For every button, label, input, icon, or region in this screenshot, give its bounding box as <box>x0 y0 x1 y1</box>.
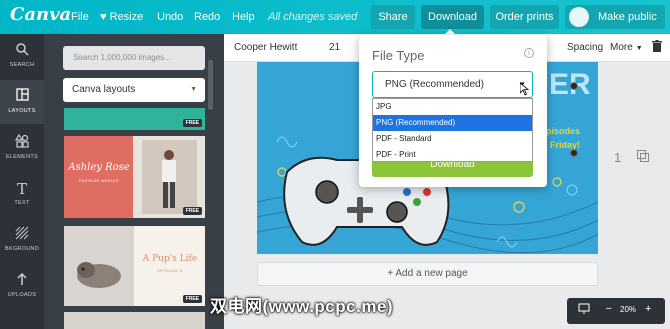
option-png[interactable]: PNG (Recommended) <box>373 115 532 131</box>
resize-handle[interactable] <box>570 82 578 90</box>
trash-icon[interactable] <box>652 40 662 55</box>
top-bar: Canva File ♥ Resize Undo Redo Help All c… <box>0 0 670 34</box>
layouts-dropdown[interactable]: Canva layouts ▼ <box>63 78 205 102</box>
file-type-options: JPG PNG (Recommended) PDF - Standard PDF… <box>372 98 533 162</box>
thumb-subtitle: EPISODE 6 <box>157 268 183 273</box>
undo-button[interactable]: Undo <box>157 11 183 23</box>
option-jpg[interactable]: JPG <box>373 99 532 115</box>
order-prints-button[interactable]: Order prints <box>490 5 559 29</box>
resize-handle[interactable] <box>570 149 578 157</box>
layout-thumb-1[interactable]: FREE <box>64 108 205 130</box>
info-icon[interactable]: i <box>524 48 534 58</box>
zoom-in-button[interactable]: + <box>645 303 651 315</box>
zoom-out-button[interactable]: – <box>606 303 612 314</box>
font-size-select[interactable]: 21 <box>329 42 340 53</box>
share-button[interactable]: Share <box>371 5 415 29</box>
thumb-title: Ashley Rose <box>68 162 130 173</box>
text-icon: T <box>16 180 27 198</box>
free-badge: FREE <box>182 295 202 303</box>
rail-uploads[interactable]: UPLOADS <box>0 264 44 308</box>
layouts-icon <box>0 88 44 104</box>
layout-thumb-4[interactable] <box>64 312 205 329</box>
caret-down-icon: ▼ <box>635 45 643 52</box>
free-badge: FREE <box>182 119 202 127</box>
watermark-text: 双电网(www.pcpc.me) <box>210 297 394 316</box>
spacing-button[interactable]: Spacing <box>567 42 603 53</box>
layout-thumb-pups-life[interactable]: A Pup's Life EPISODE 6 FREE <box>64 226 205 306</box>
uploads-icon <box>0 272 44 288</box>
panel-scrollbar[interactable] <box>208 60 213 110</box>
rail-text[interactable]: T TEXT <box>0 172 44 216</box>
option-pdf-print[interactable]: PDF - Print <box>373 147 532 163</box>
zoom-control: – 20% + <box>567 298 665 324</box>
zoom-level[interactable]: 20% <box>620 305 636 314</box>
thumb-title: A Pup's Life <box>142 254 198 264</box>
more-button[interactable]: More ▼ <box>610 42 643 53</box>
font-family-select[interactable]: Cooper Hewitt <box>234 42 297 53</box>
rail-background[interactable]: BKGROUND <box>0 218 44 262</box>
thumb-photo <box>142 140 197 214</box>
thumb-subtitle: FASHION ADVICE <box>78 178 120 183</box>
rail-search[interactable]: SEARCH <box>0 34 44 78</box>
mouse-cursor-icon <box>519 82 530 99</box>
add-page-button[interactable]: + Add a new page <box>257 262 598 286</box>
canva-logo[interactable]: Canva <box>10 4 71 25</box>
free-badge: FREE <box>182 207 202 215</box>
presenter-icon[interactable] <box>578 303 590 317</box>
thumb-color-block <box>64 136 133 218</box>
file-type-select[interactable]: PNG (Recommended) ▼ <box>372 71 533 98</box>
resize-icon: ♥ <box>100 11 110 23</box>
download-popup: File Type i PNG (Recommended) ▼ Download… <box>359 35 547 187</box>
left-rail: SEARCH LAYOUTS ELEMENTS T TEXT BKGROUND … <box>0 34 44 329</box>
thumb-dog-photo <box>64 226 134 306</box>
save-status: All changes saved <box>268 11 358 23</box>
option-pdf-standard[interactable]: PDF - Standard <box>373 131 532 147</box>
file-menu[interactable]: File <box>71 11 89 23</box>
layout-thumb-ashley-rose[interactable]: Ashley Rose FASHION ADVICE FREE <box>64 136 205 218</box>
redo-button[interactable]: Redo <box>194 11 220 23</box>
rail-elements[interactable]: ELEMENTS <box>0 126 44 170</box>
elements-icon <box>0 133 44 150</box>
rail-layouts[interactable]: LAYOUTS <box>0 80 44 124</box>
resize-menu[interactable]: ♥ Resize <box>100 11 143 23</box>
page-number: 1 <box>614 150 622 165</box>
background-icon <box>0 226 44 242</box>
download-button[interactable]: Download <box>421 5 484 29</box>
duplicate-page-icon[interactable] <box>637 150 649 165</box>
search-icon <box>0 42 44 58</box>
help-menu[interactable]: Help <box>232 11 255 23</box>
file-type-label: File Type <box>372 48 425 63</box>
image-search-input[interactable]: Search 1,000,000 images... <box>63 46 205 70</box>
chevron-down-icon: ▼ <box>190 86 197 93</box>
make-public-toggle[interactable] <box>569 7 589 27</box>
